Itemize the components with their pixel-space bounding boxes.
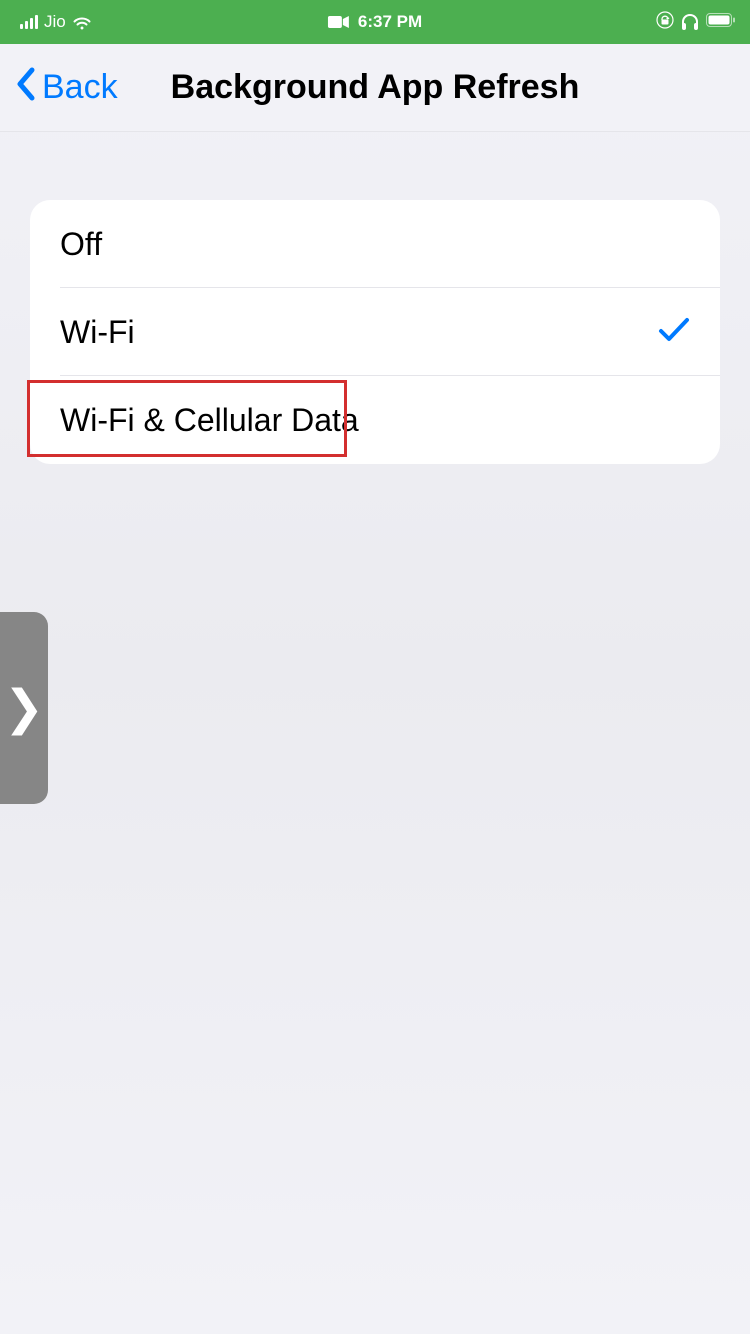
option-off[interactable]: Off [30, 200, 720, 288]
wifi-icon [72, 15, 92, 30]
chevron-right-icon: ❯ [4, 680, 44, 736]
chevron-left-icon [14, 66, 36, 109]
back-button[interactable]: Back [0, 66, 118, 109]
checkmark-icon [658, 311, 690, 353]
option-label: Wi-Fi & Cellular Data [60, 402, 359, 439]
cellular-signal-icon [20, 15, 38, 29]
status-time: 6:37 PM [358, 12, 422, 32]
carrier-label: Jio [44, 12, 66, 32]
option-wifi-cellular[interactable]: Wi-Fi & Cellular Data [30, 376, 720, 464]
camera-icon [328, 15, 350, 29]
option-wifi[interactable]: Wi-Fi [30, 288, 720, 376]
nav-bar: Back Background App Refresh [0, 44, 750, 132]
back-label: Back [42, 68, 118, 107]
status-center: 6:37 PM [328, 12, 422, 32]
option-label: Off [60, 226, 102, 263]
battery-icon [706, 12, 736, 32]
status-bar: Jio 6:37 PM [0, 0, 750, 44]
status-left: Jio [20, 12, 92, 32]
rotation-lock-icon [656, 11, 674, 34]
options-list: Off Wi-Fi Wi-Fi & Cellular Data [30, 200, 720, 464]
status-right [656, 11, 736, 34]
page-title: Background App Refresh [171, 68, 580, 107]
headphones-icon [680, 13, 700, 31]
drawer-handle[interactable]: ❯ [0, 612, 48, 804]
option-label: Wi-Fi [60, 314, 135, 351]
